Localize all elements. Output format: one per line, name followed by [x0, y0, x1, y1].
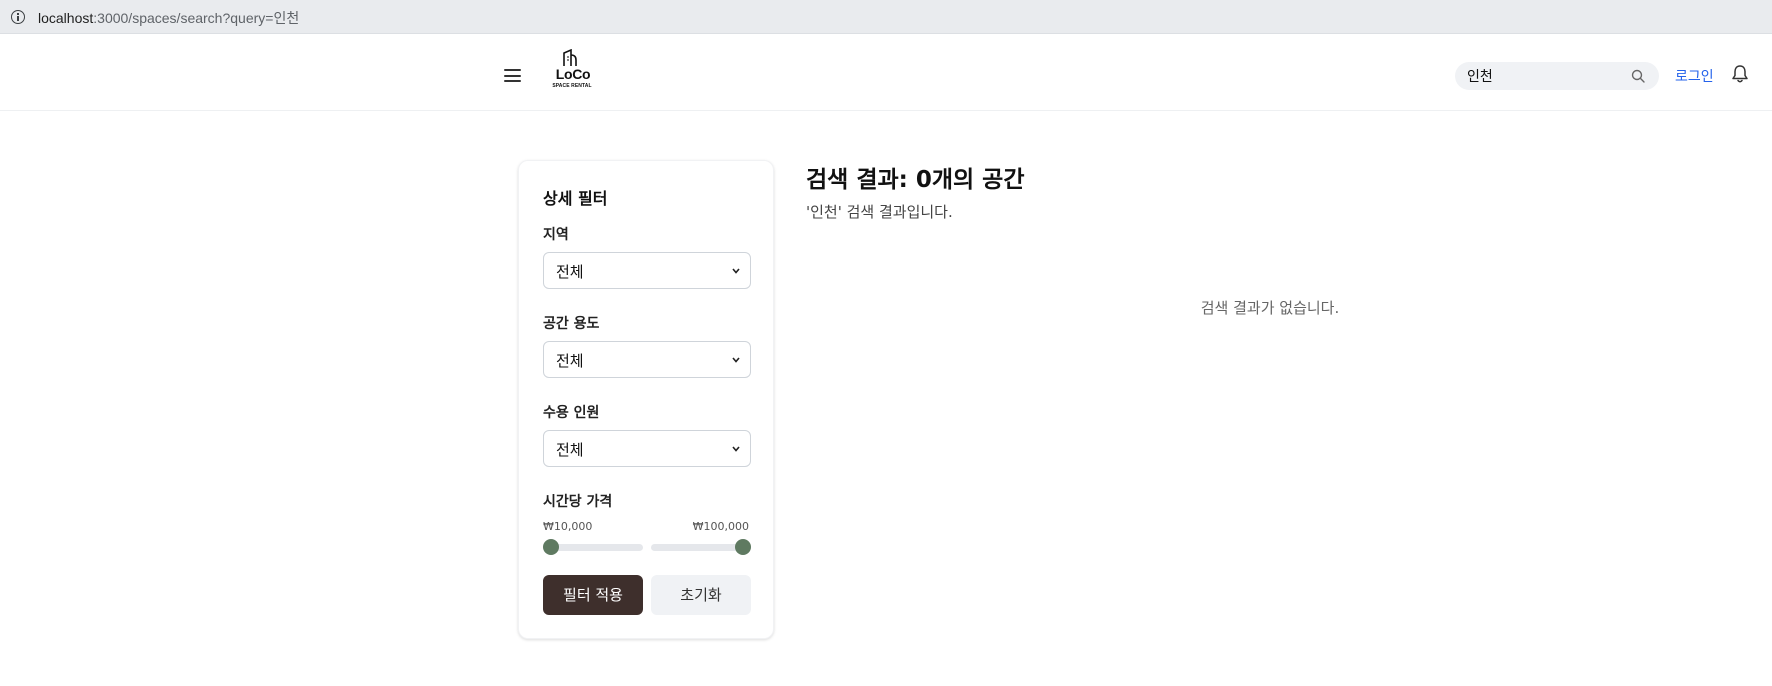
region-label: 지역: [543, 227, 569, 243]
search-input[interactable]: [1467, 66, 1627, 86]
address-url[interactable]: localhost:3000/spaces/search?query=인천: [38, 8, 299, 28]
browser-address-bar: localhost:3000/spaces/search?query=인천: [0, 0, 1772, 34]
menu-icon-bar: [504, 80, 521, 82]
region-select-value: 전체: [556, 263, 584, 281]
price-max-value: ₩100,000: [692, 520, 749, 533]
chevron-down-icon: [732, 268, 740, 274]
logo[interactable]: LoCo SPACE RENTAL: [551, 49, 593, 91]
empty-results-message: 검색 결과가 없습니다.: [1200, 299, 1340, 317]
purpose-label: 공간 용도: [543, 316, 600, 332]
price-max-slider-thumb[interactable]: [735, 539, 751, 555]
capacity-select[interactable]: 전체: [543, 430, 751, 467]
url-path: :3000/spaces/search?query=인천: [93, 10, 300, 26]
logo-building-icon: [563, 49, 577, 66]
price-label: 시간당 가격: [543, 494, 613, 510]
logo-name: LoCo: [555, 66, 591, 82]
purpose-select[interactable]: 전체: [543, 341, 751, 378]
results-title: 검색 결과: 0개의 공간: [806, 167, 1025, 193]
purpose-select-value: 전체: [556, 352, 584, 370]
menu-icon-bar: [504, 69, 521, 71]
bell-icon[interactable]: [1731, 64, 1749, 84]
app-header: LoCo SPACE RENTAL 로그인: [0, 41, 1772, 111]
filter-panel: 상세 필터 지역 전체 공간 용도 전체 수용 인원 전체 시간당 가격 ₩10…: [518, 160, 774, 639]
login-link[interactable]: 로그인: [1675, 66, 1714, 86]
url-host: localhost: [38, 10, 94, 26]
results-subtitle: '인천' 검색 결과입니다.: [806, 203, 953, 221]
price-min-slider-thumb[interactable]: [543, 539, 559, 555]
capacity-select-value: 전체: [556, 441, 584, 459]
search-box: [1455, 62, 1659, 90]
menu-icon[interactable]: [504, 69, 521, 82]
price-min-value: ₩10,000: [543, 520, 593, 533]
menu-icon-bar: [504, 74, 521, 77]
chevron-down-icon: [732, 357, 740, 363]
apply-filter-button[interactable]: 필터 적용: [543, 575, 643, 615]
region-select[interactable]: 전체: [543, 252, 751, 289]
reset-filter-button[interactable]: 초기화: [651, 575, 751, 615]
chevron-down-icon: [732, 446, 740, 452]
filter-title: 상세 필터: [543, 189, 608, 208]
capacity-label: 수용 인원: [543, 405, 600, 421]
logo-subtitle: SPACE RENTAL: [552, 83, 592, 89]
info-icon[interactable]: [11, 10, 25, 24]
search-icon[interactable]: [1631, 69, 1645, 83]
